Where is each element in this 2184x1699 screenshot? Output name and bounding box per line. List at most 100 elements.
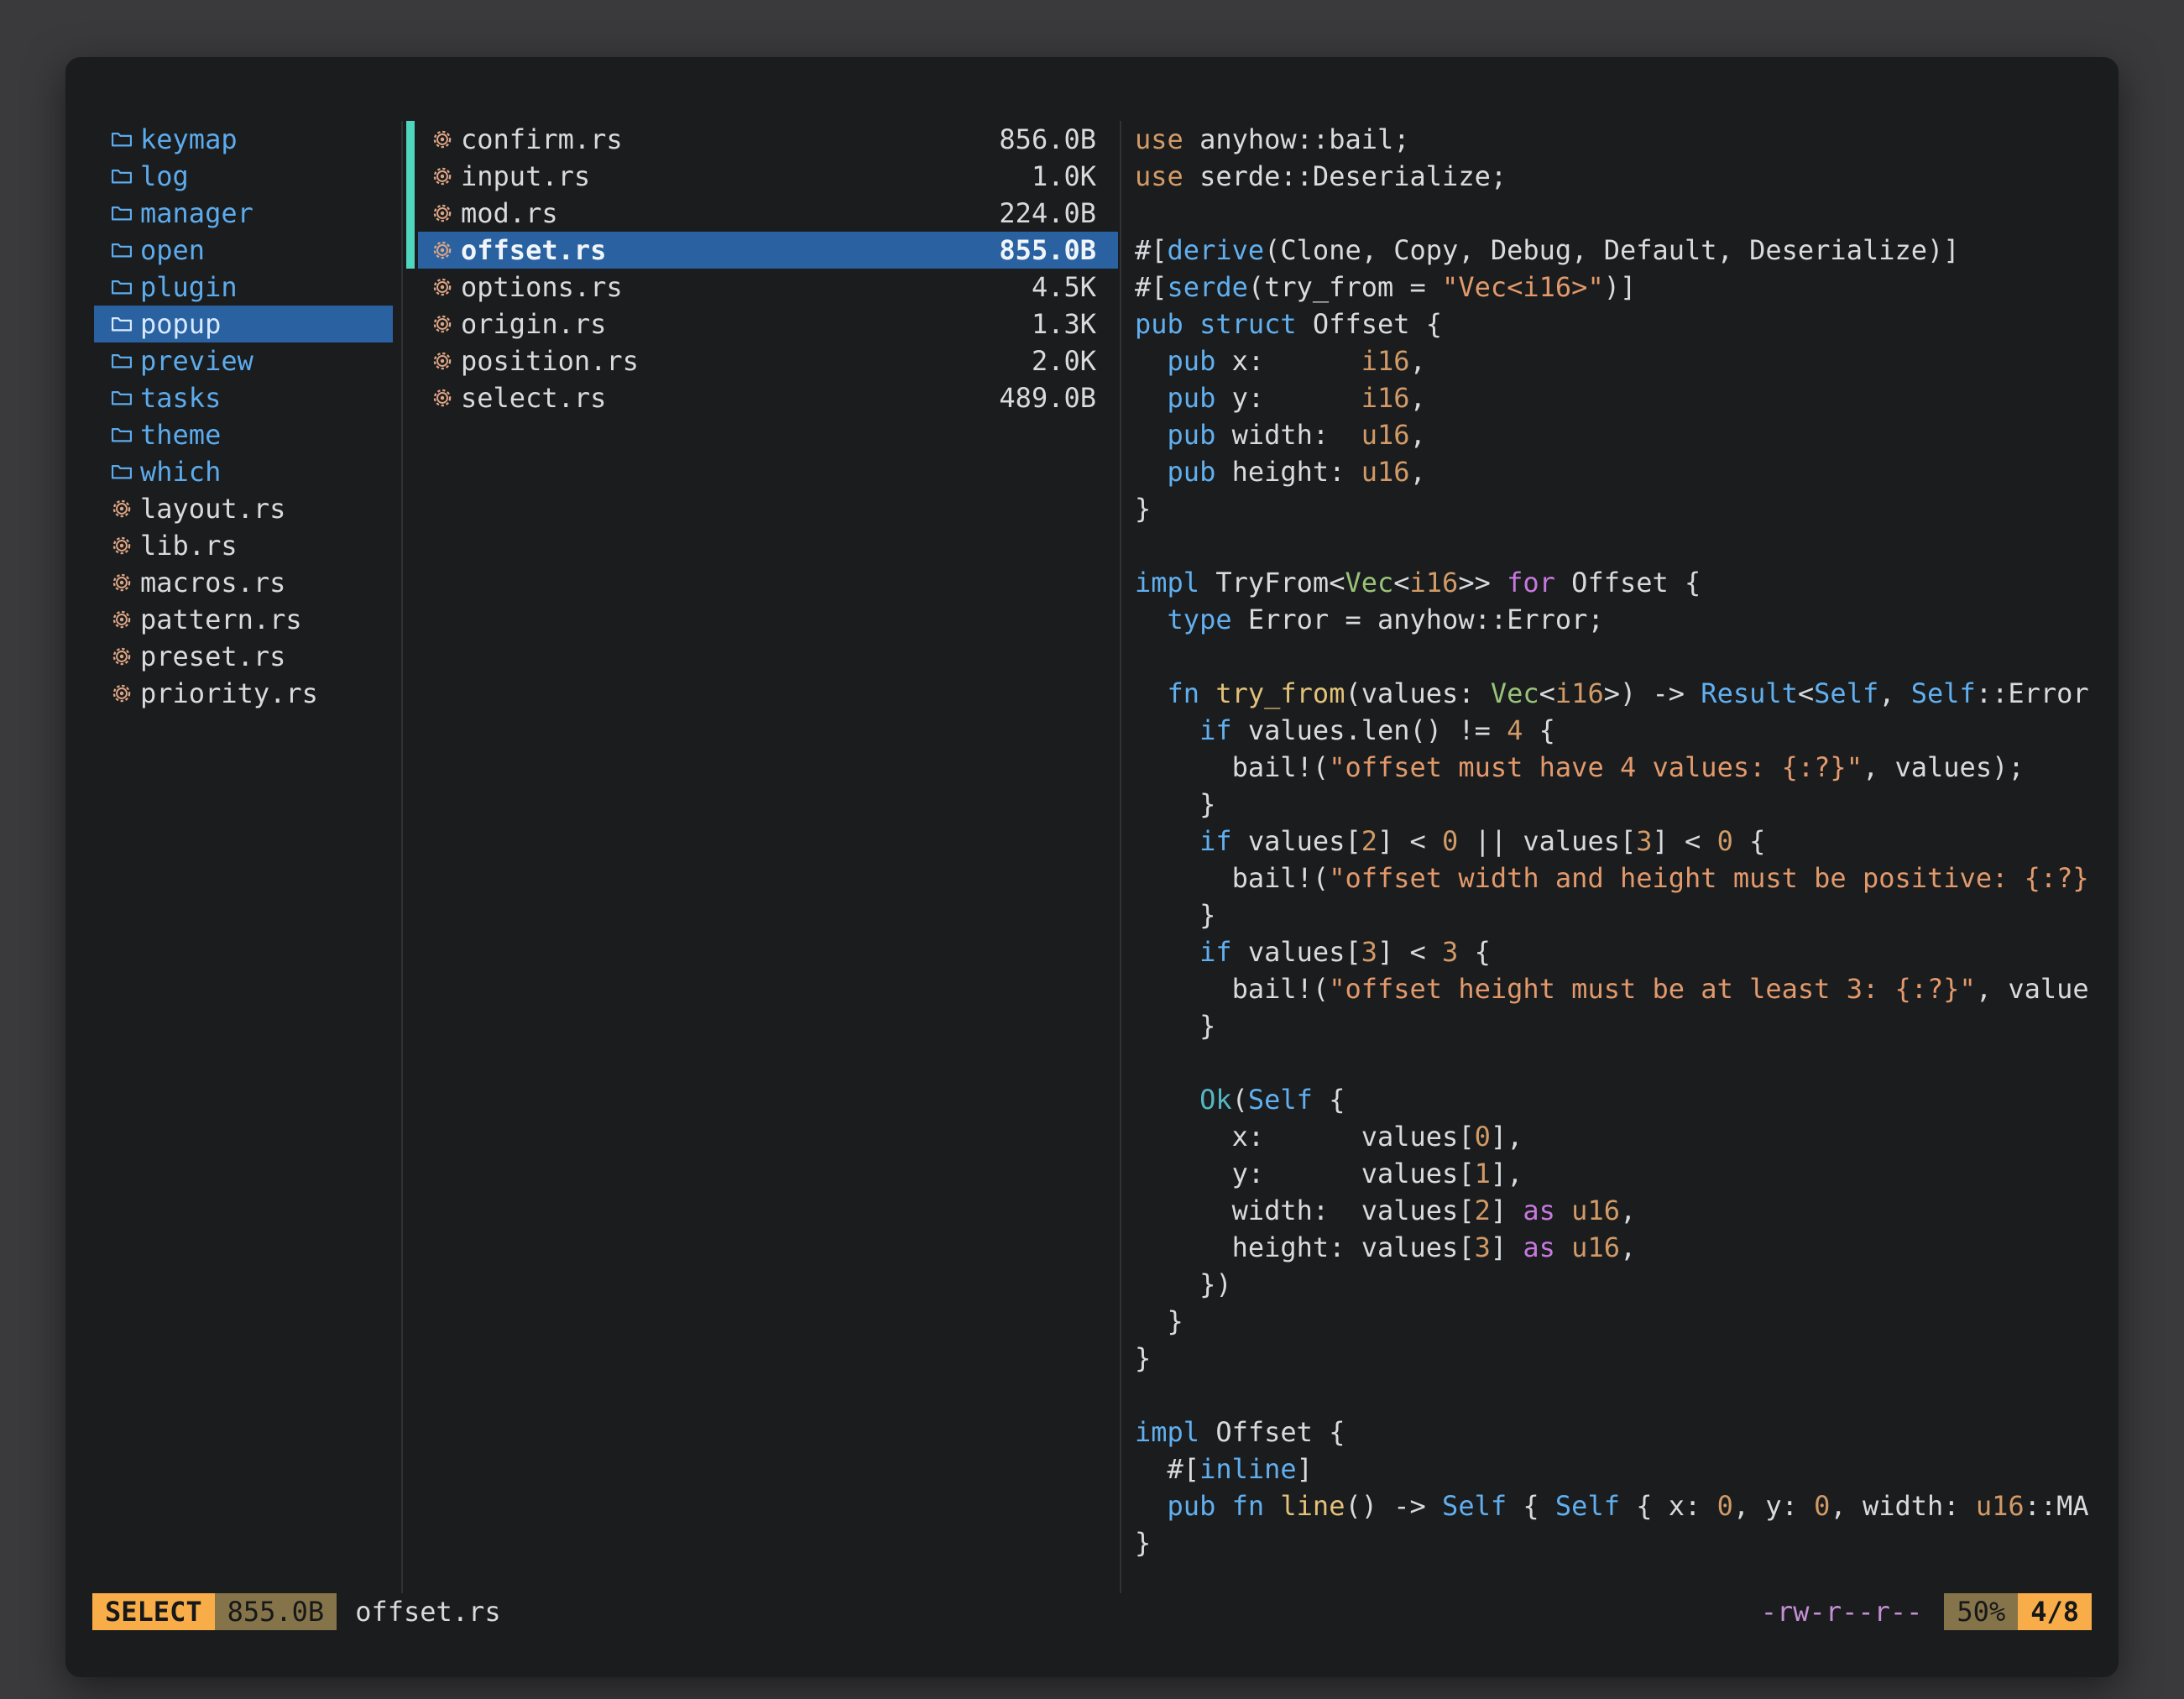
code-line: } xyxy=(1135,490,2119,527)
sidebar-folder-item[interactable]: plugin xyxy=(94,269,393,306)
code-line: } xyxy=(1135,786,2119,823)
status-right: -rw-r--r-- 50% 4/8 xyxy=(1761,1593,2092,1630)
code-line: y: values[1], xyxy=(1135,1155,2119,1192)
code-line: pub height: u16, xyxy=(1135,453,2119,490)
rust-file-icon xyxy=(111,682,133,704)
file-size: 2.0K xyxy=(1032,345,1096,377)
code-line: } xyxy=(1135,897,2119,933)
file-name: layout.rs xyxy=(140,490,285,527)
file-name: confirm.rs xyxy=(461,123,623,155)
status-left: SELECT 855.0B offset.rs xyxy=(92,1593,501,1630)
open-folder-icon xyxy=(111,128,133,150)
open-folder-icon xyxy=(111,350,133,372)
open-folder-icon xyxy=(111,424,133,446)
file-size: 1.0K xyxy=(1032,160,1096,192)
file-name: preset.rs xyxy=(140,638,285,675)
code-line: fn try_from(values: Vec<i16>) -> Result<… xyxy=(1135,675,2119,712)
code-line: if values.len() != 4 { xyxy=(1135,712,2119,749)
cursor-position-chip: 4/8 xyxy=(2018,1593,2092,1630)
code-line: } xyxy=(1135,1340,2119,1377)
file-permissions: -rw-r--r-- xyxy=(1761,1596,1923,1628)
rust-file-icon xyxy=(431,313,453,335)
file-row[interactable]: confirm.rs 856.0B xyxy=(418,121,1118,158)
rust-file-icon xyxy=(111,572,133,593)
open-folder-icon xyxy=(111,165,133,187)
rust-file-icon xyxy=(111,498,133,520)
file-row[interactable]: origin.rs 1.3K xyxy=(418,306,1118,342)
rust-file-icon xyxy=(431,202,453,224)
file-name: lib.rs xyxy=(140,527,238,564)
selection-strip xyxy=(406,121,415,158)
rust-file-icon xyxy=(111,609,133,630)
folder-name: plugin xyxy=(140,269,238,306)
folder-name: manager xyxy=(140,195,253,232)
selection-strip xyxy=(406,195,415,232)
code-line xyxy=(1135,638,2119,675)
file-row[interactable]: options.rs 4.5K xyxy=(418,269,1118,306)
code-line: Ok(Self { xyxy=(1135,1081,2119,1118)
code-line: height: values[3] as u16, xyxy=(1135,1229,2119,1266)
sidebar-file-item[interactable]: priority.rs xyxy=(94,675,393,712)
code-line: pub x: i16, xyxy=(1135,342,2119,379)
sidebar-file-item[interactable]: preset.rs xyxy=(94,638,393,675)
file-row[interactable]: input.rs 1.0K xyxy=(418,158,1118,195)
file-name: offset.rs xyxy=(461,234,606,266)
rust-file-icon xyxy=(431,276,453,298)
sidebar-folder-item[interactable]: which xyxy=(94,453,393,490)
file-name: origin.rs xyxy=(461,308,606,340)
rust-file-icon xyxy=(431,128,453,150)
file-name: select.rs xyxy=(461,382,606,414)
code-line: #[derive(Clone, Copy, Debug, Default, De… xyxy=(1135,232,2119,269)
code-line: x: values[0], xyxy=(1135,1118,2119,1155)
file-name: macros.rs xyxy=(140,564,285,601)
sidebar-file-item[interactable]: pattern.rs xyxy=(94,601,393,638)
status-filename: offset.rs xyxy=(355,1596,500,1628)
sidebar-folder-item[interactable]: tasks xyxy=(94,379,393,416)
code-line: width: values[2] as u16, xyxy=(1135,1192,2119,1229)
sidebar-file-item[interactable]: macros.rs xyxy=(94,564,393,601)
file-size-chip: 855.0B xyxy=(215,1593,337,1630)
file-size: 489.0B xyxy=(999,382,1096,414)
sidebar-folder-item[interactable]: popup xyxy=(94,306,393,342)
code-line xyxy=(1135,1044,2119,1081)
rust-file-icon xyxy=(431,387,453,409)
file-row[interactable]: position.rs 2.0K xyxy=(418,342,1118,379)
code-line: impl Offset { xyxy=(1135,1414,2119,1451)
code-line: } xyxy=(1135,1303,2119,1340)
code-line: } xyxy=(1135,1007,2119,1044)
open-folder-icon xyxy=(111,313,133,335)
sidebar-folder-item[interactable]: keymap xyxy=(94,121,393,158)
open-folder-icon xyxy=(111,461,133,483)
sidebar-folder-item[interactable]: log xyxy=(94,158,393,195)
sidebar-folder-item[interactable]: manager xyxy=(94,195,393,232)
sidebar-file-item[interactable]: lib.rs xyxy=(94,527,393,564)
scroll-percent-chip: 50% xyxy=(1944,1593,2018,1630)
preview-pane: use anyhow::bail; use serde::Deserialize… xyxy=(1121,121,2119,1593)
panes-container: keymap log xyxy=(65,57,2119,1593)
file-row[interactable]: offset.rs 855.0B xyxy=(418,232,1118,269)
folder-name: theme xyxy=(140,416,221,453)
file-name: input.rs xyxy=(461,160,590,192)
sidebar-file-item[interactable]: layout.rs xyxy=(94,490,393,527)
code-line: bail!("offset height must be at least 3:… xyxy=(1135,970,2119,1007)
open-folder-icon xyxy=(111,276,133,298)
mode-indicator: SELECT xyxy=(92,1593,215,1630)
sidebar-folder-item[interactable]: theme xyxy=(94,416,393,453)
folder-name: tasks xyxy=(140,379,221,416)
file-row[interactable]: select.rs 489.0B xyxy=(418,379,1118,416)
file-name: mod.rs xyxy=(461,197,558,229)
code-line: if values[2] < 0 || values[3] < 0 { xyxy=(1135,823,2119,860)
sidebar-folder-item[interactable]: preview xyxy=(94,342,393,379)
folder-name: log xyxy=(140,158,189,195)
code-line: bail!("offset must have 4 values: {:?}",… xyxy=(1135,749,2119,786)
code-line: } xyxy=(1135,1524,2119,1561)
open-folder-icon xyxy=(111,387,133,409)
code-line: bail!("offset width and height must be p… xyxy=(1135,860,2119,897)
sidebar-folder-item[interactable]: open xyxy=(94,232,393,269)
code-line: impl TryFrom<Vec<i16>> for Offset { xyxy=(1135,564,2119,601)
code-line xyxy=(1135,195,2119,232)
file-size: 224.0B xyxy=(999,197,1096,229)
file-row[interactable]: mod.rs 224.0B xyxy=(418,195,1118,232)
rust-file-icon xyxy=(431,239,453,261)
folder-name: which xyxy=(140,453,221,490)
